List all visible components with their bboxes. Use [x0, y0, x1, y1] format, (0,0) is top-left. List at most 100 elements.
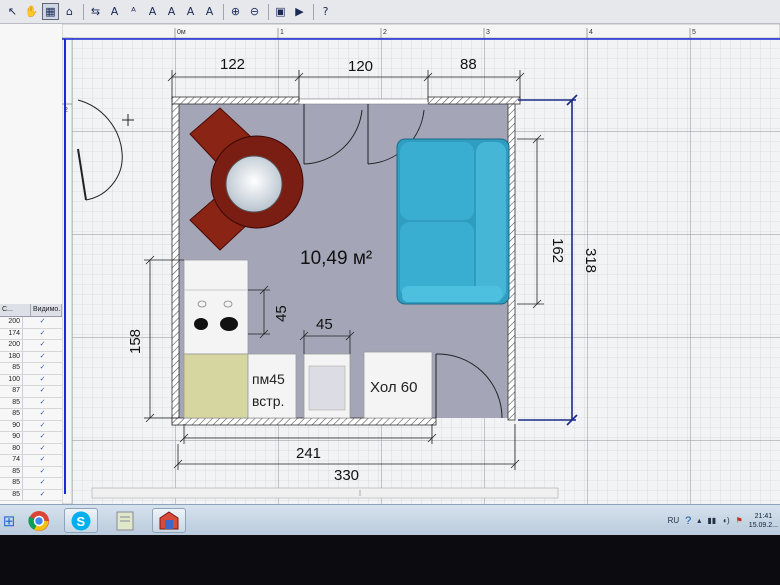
create-video-icon[interactable]: ▶ — [291, 3, 308, 20]
taskbar-app-sweet-home-3d[interactable] — [152, 508, 186, 533]
width-cell: 85 — [0, 466, 23, 477]
dim-label-162[interactable]: 162 — [549, 238, 566, 263]
create-walls-icon[interactable]: ▦ — [42, 3, 59, 20]
dim-label-88[interactable]: 88 — [460, 56, 477, 73]
dim-label-241[interactable]: 241 — [296, 445, 321, 462]
visible-checkbox[interactable]: ✓ — [23, 432, 62, 443]
dim-label-330[interactable]: 330 — [334, 467, 359, 484]
help-icon[interactable]: ? — [317, 3, 334, 20]
table-row[interactable]: 85 ✓ — [0, 363, 62, 375]
burner-icon — [194, 318, 208, 330]
dim-label-120[interactable]: 120 — [348, 58, 373, 75]
visible-checkbox[interactable]: ✓ — [23, 340, 62, 351]
column-header-visible[interactable]: Видимо... — [31, 304, 62, 316]
italic-icon[interactable]: A — [163, 3, 180, 20]
width-cell: 180 — [0, 351, 23, 362]
visible-checkbox[interactable]: ✓ — [23, 490, 62, 501]
visible-checkbox[interactable]: ✓ — [23, 444, 62, 455]
visible-checkbox[interactable]: ✓ — [23, 478, 62, 489]
width-cell: 85 — [0, 409, 23, 420]
table-row[interactable]: 90 ✓ — [0, 432, 62, 444]
volume-icon[interactable]: ◖) — [722, 516, 730, 525]
text-style-icon[interactable]: ᴬ — [125, 3, 142, 20]
horizontal-scrollbar[interactable] — [91, 487, 559, 499]
dim-label-122[interactable]: 122 — [220, 56, 245, 73]
width-cell: 100 — [0, 374, 23, 385]
table-row[interactable]: 85 ✓ — [0, 466, 62, 478]
table-row[interactable]: 74 ✓ — [0, 455, 62, 467]
table-row[interactable]: 85 ✓ — [0, 489, 62, 501]
plate-icon — [225, 155, 283, 213]
toolbar-separator — [268, 3, 269, 20]
flag-icon[interactable]: ⚑ — [736, 516, 743, 525]
decrease-text-icon[interactable]: A — [201, 3, 218, 20]
select-arrow-icon[interactable]: ↖ — [4, 3, 21, 20]
table-row[interactable]: 87 ✓ — [0, 386, 62, 398]
table-row[interactable]: 100 ✓ — [0, 374, 62, 386]
visible-checkbox[interactable]: ✓ — [23, 317, 62, 328]
width-cell: 200 — [0, 340, 23, 351]
language-indicator[interactable]: RU — [668, 516, 680, 525]
windows-taskbar: ⊞ S RU ? ▴ ▮▮ ◖) ⚑ 21:41 15.09.2... — [0, 504, 780, 535]
stove[interactable] — [183, 259, 249, 355]
zoom-out-icon[interactable]: ⊖ — [246, 3, 263, 20]
width-cell: 90 — [0, 432, 23, 443]
dishwasher-cabinet[interactable]: пм45 встр. — [247, 353, 297, 419]
visible-checkbox[interactable]: ✓ — [23, 363, 62, 374]
visible-checkbox[interactable]: ✓ — [23, 375, 62, 386]
increase-text-icon[interactable]: A — [182, 3, 199, 20]
visible-checkbox[interactable]: ✓ — [23, 329, 62, 340]
toolbar: ↖ ✋ ▦ ⌂ ⇆ Aᴬ A A A A ⊕ ⊖ ▣ ▶? — [0, 0, 780, 24]
visible-checkbox[interactable]: ✓ — [23, 467, 62, 478]
dim-label-158[interactable]: 158 — [127, 329, 144, 354]
sofa[interactable] — [396, 138, 510, 305]
table-row[interactable]: 85 ✓ — [0, 409, 62, 421]
width-cell: 80 — [0, 443, 23, 454]
fridge[interactable]: Хол 60 — [363, 351, 433, 419]
table-row[interactable]: 180 ✓ — [0, 351, 62, 363]
create-rooms-icon[interactable]: ⌂ — [61, 3, 78, 20]
kitchen-counter[interactable] — [183, 353, 249, 419]
visible-checkbox[interactable]: ✓ — [23, 386, 62, 397]
taskbar-app-notepad[interactable] — [108, 508, 142, 533]
help-tray-icon[interactable]: ? — [685, 515, 691, 527]
table-row[interactable]: 200 ✓ — [0, 340, 62, 352]
column-header-width[interactable]: С... — [0, 304, 31, 316]
add-text-icon[interactable]: A — [106, 3, 123, 20]
dim-label-45-vertical[interactable]: 45 — [273, 305, 290, 322]
sweet-home-icon — [159, 510, 179, 529]
clock[interactable]: 21:41 15.09.2... — [749, 512, 778, 530]
taskbar-app-skype[interactable]: S — [64, 508, 98, 533]
sink-cabinet[interactable] — [303, 353, 351, 419]
table-row[interactable]: 200 ✓ — [0, 317, 62, 329]
table-row[interactable]: 174 ✓ — [0, 328, 62, 340]
table-row[interactable]: 85 ✓ — [0, 397, 62, 409]
windows-logo-icon: ⊞ — [2, 512, 16, 530]
table-row[interactable]: 80 ✓ — [0, 443, 62, 455]
expand-tray-icon[interactable]: ▴ — [697, 516, 701, 525]
plan-canvas[interactable]: 0м 1 2 3 4 5 2 — [61, 23, 780, 505]
plan-view[interactable]: 0м 1 2 3 4 5 2 — [61, 23, 780, 505]
visible-checkbox[interactable]: ✓ — [23, 409, 62, 420]
visible-checkbox[interactable]: ✓ — [23, 421, 62, 432]
fridge-label: Хол 60 — [370, 379, 417, 396]
visible-checkbox[interactable]: ✓ — [23, 352, 62, 363]
create-photo-icon[interactable]: ▣ — [272, 3, 289, 20]
visible-checkbox[interactable]: ✓ — [23, 398, 62, 409]
pan-hand-icon[interactable]: ✋ — [23, 3, 40, 20]
network-icon[interactable]: ▮▮ — [707, 516, 716, 525]
zoom-in-icon[interactable]: ⊕ — [227, 3, 244, 20]
taskbar-app-chrome[interactable] — [22, 508, 56, 533]
top-ruler[interactable] — [61, 23, 780, 39]
dim-label-318[interactable]: 318 — [582, 248, 599, 273]
window-opening[interactable] — [298, 98, 429, 105]
visible-checkbox[interactable]: ✓ — [23, 455, 62, 466]
table-row[interactable]: 90 ✓ — [0, 420, 62, 432]
table-row[interactable]: 85 ✓ — [0, 478, 62, 490]
create-dimensions-icon[interactable]: ⇆ — [87, 3, 104, 20]
bold-icon[interactable]: A — [144, 3, 161, 20]
room-area-label[interactable]: 10,49 м² — [300, 248, 372, 269]
width-cell: 74 — [0, 455, 23, 466]
width-cell: 90 — [0, 420, 23, 431]
dim-label-45-horizontal[interactable]: 45 — [316, 316, 333, 333]
